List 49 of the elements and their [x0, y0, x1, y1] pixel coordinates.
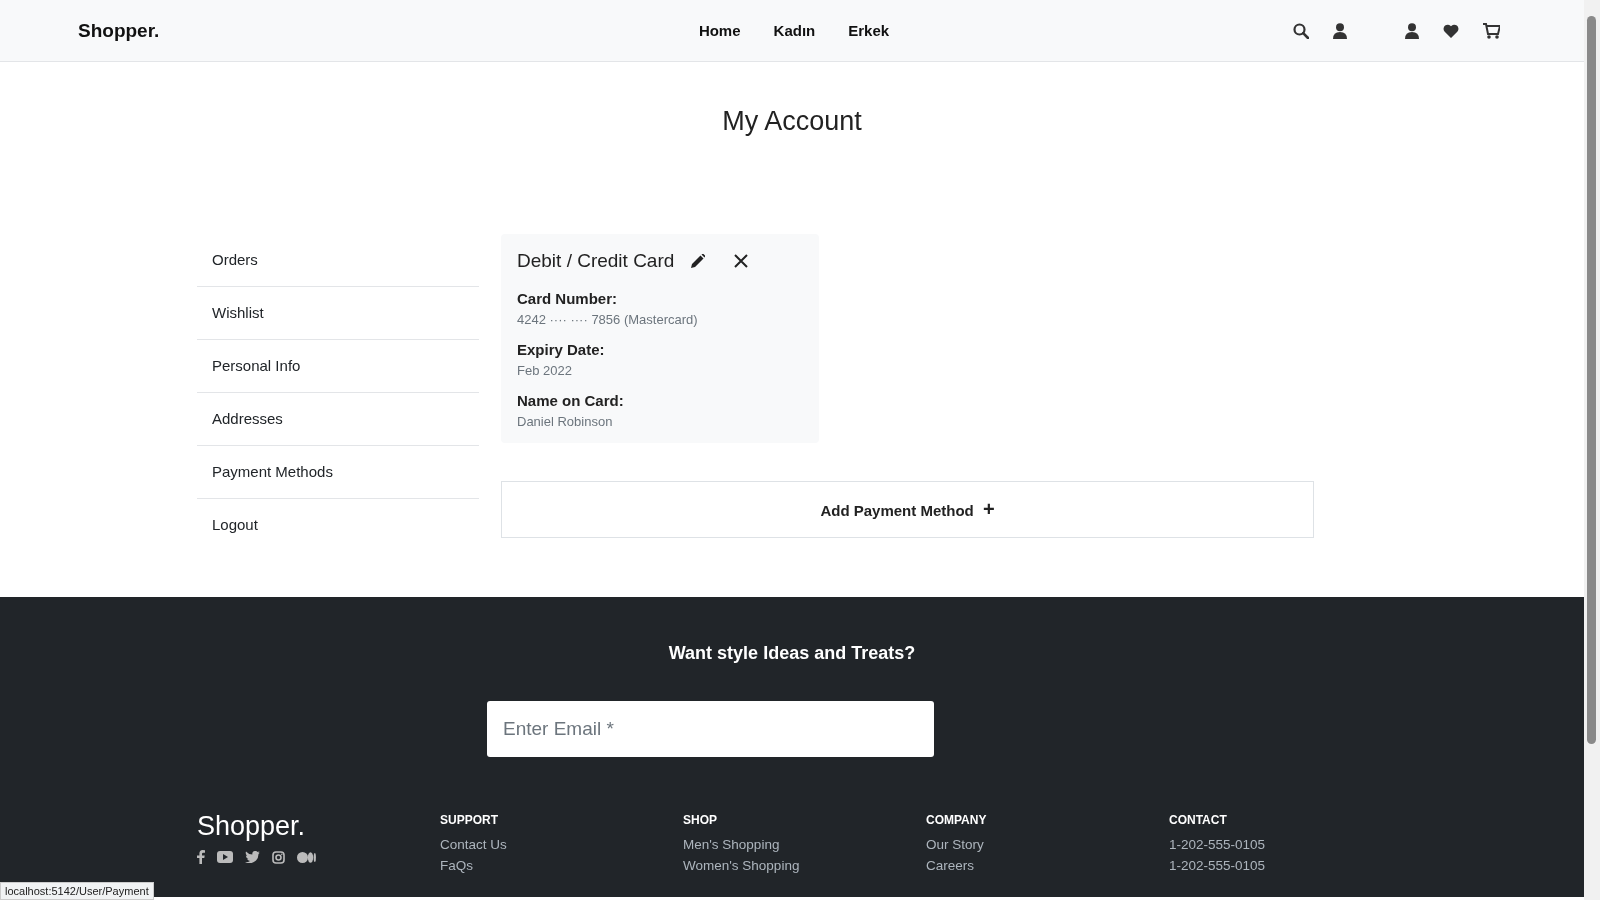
card-title: Debit / Credit Card	[517, 250, 675, 272]
nav-link[interactable]: Kadın	[773, 22, 816, 39]
newsletter-heading: Want style Ideas and Treats?	[668, 643, 916, 665]
page-title: My Account	[721, 106, 863, 138]
footer-link[interactable]: Women's Shopping	[683, 858, 926, 873]
add-payment-button[interactable]: Add Payment Method +	[501, 481, 1314, 538]
footer-column-title: COMPANY	[926, 813, 988, 827]
heart-icon[interactable]	[1443, 23, 1459, 38]
nav-link[interactable]: Erkek	[848, 22, 890, 39]
sidebar-item[interactable]: Personal Info	[197, 340, 479, 393]
footer-column-title: SHOP	[683, 813, 718, 827]
field-value: Daniel Robinson	[517, 414, 614, 429]
scrollbar[interactable]	[1584, 0, 1600, 900]
footer-link[interactable]: FaQs	[440, 858, 683, 873]
email-field[interactable]: Enter Email *	[487, 701, 934, 757]
field-label: Name on Card:	[517, 392, 625, 409]
video-play-icon[interactable]	[217, 851, 233, 863]
footer-column-title: SUPPORT	[440, 813, 499, 827]
footer-link[interactable]: 1-202-555-0105	[1169, 837, 1387, 852]
field-value: Feb 2022	[517, 363, 573, 378]
bird-icon[interactable]	[245, 851, 260, 863]
pencil-icon[interactable]	[691, 254, 706, 268]
sidebar-item[interactable]: Orders	[197, 234, 479, 287]
user-icon[interactable]	[1405, 22, 1419, 39]
field-value: 4242 ···· ···· 7856 (Mastercard)	[517, 312, 699, 327]
field-label: Expiry Date:	[517, 341, 606, 358]
search-icon[interactable]	[1293, 22, 1309, 39]
footer-link[interactable]: Contact Us	[440, 837, 683, 852]
field-label: Card Number:	[517, 290, 618, 307]
sidebar-item[interactable]: Wishlist	[197, 287, 479, 340]
circles-icon[interactable]	[297, 851, 316, 863]
sidebar-item[interactable]: Logout	[197, 499, 479, 552]
cart-icon[interactable]	[1483, 22, 1500, 39]
footer-link[interactable]: 1-202-555-0105	[1169, 858, 1387, 873]
facebook-icon[interactable]	[197, 850, 205, 864]
camera-icon[interactable]	[272, 850, 285, 864]
logo[interactable]: Shopper.	[78, 19, 160, 42]
footer-column-title: CONTACT	[1169, 813, 1228, 827]
status-url: localhost:5142/User/Payment	[0, 882, 154, 900]
scrollbar-thumb[interactable]	[1587, 16, 1596, 744]
footer-link[interactable]: Careers	[926, 858, 1169, 873]
user-icon[interactable]	[1333, 22, 1347, 39]
sidebar-item[interactable]: Addresses	[197, 393, 479, 446]
sidebar-item[interactable]: Payment Methods	[197, 446, 479, 499]
footer-link[interactable]: Our Story	[926, 837, 1169, 852]
close-icon[interactable]	[734, 254, 749, 268]
nav-link[interactable]: Home	[698, 22, 741, 39]
footer-link[interactable]: Men's Shopping	[683, 837, 926, 852]
footer-logo[interactable]: Shopper.	[197, 811, 440, 842]
